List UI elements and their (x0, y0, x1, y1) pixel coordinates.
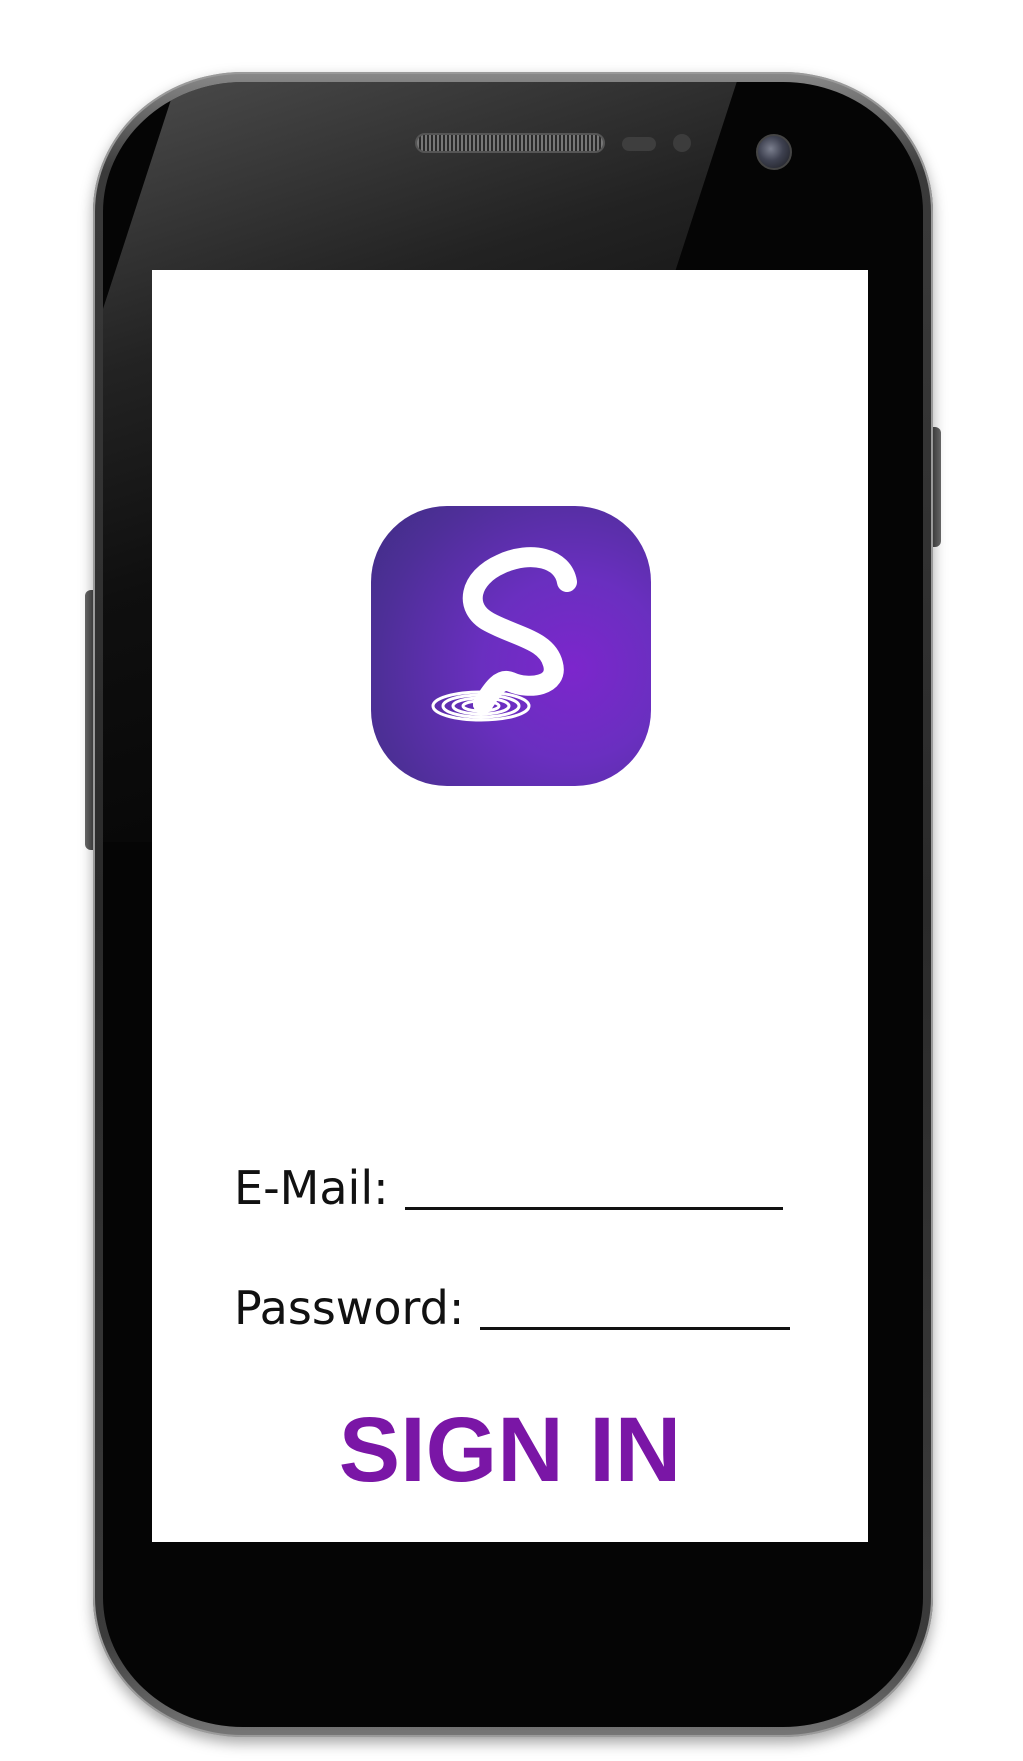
swirl-s-logo-icon (431, 547, 577, 722)
password-label: Password: (234, 1281, 465, 1335)
password-row: Password: (234, 1280, 791, 1336)
front-camera-icon (756, 134, 792, 170)
sign-in-button[interactable]: SIGN IN (152, 1395, 868, 1505)
light-sensor-icon (673, 134, 691, 152)
earpiece-speaker-icon (415, 133, 605, 153)
email-row: E-Mail: (234, 1160, 783, 1216)
email-label: E-Mail: (234, 1161, 389, 1215)
mockup-stage: E-Mail: Password: SIGN IN (0, 0, 1023, 1761)
email-field[interactable] (404, 1161, 783, 1210)
login-screen: E-Mail: Password: SIGN IN (152, 270, 868, 1542)
app-logo (371, 506, 651, 786)
proximity-sensor-icon (622, 137, 656, 151)
password-field[interactable] (480, 1281, 791, 1330)
